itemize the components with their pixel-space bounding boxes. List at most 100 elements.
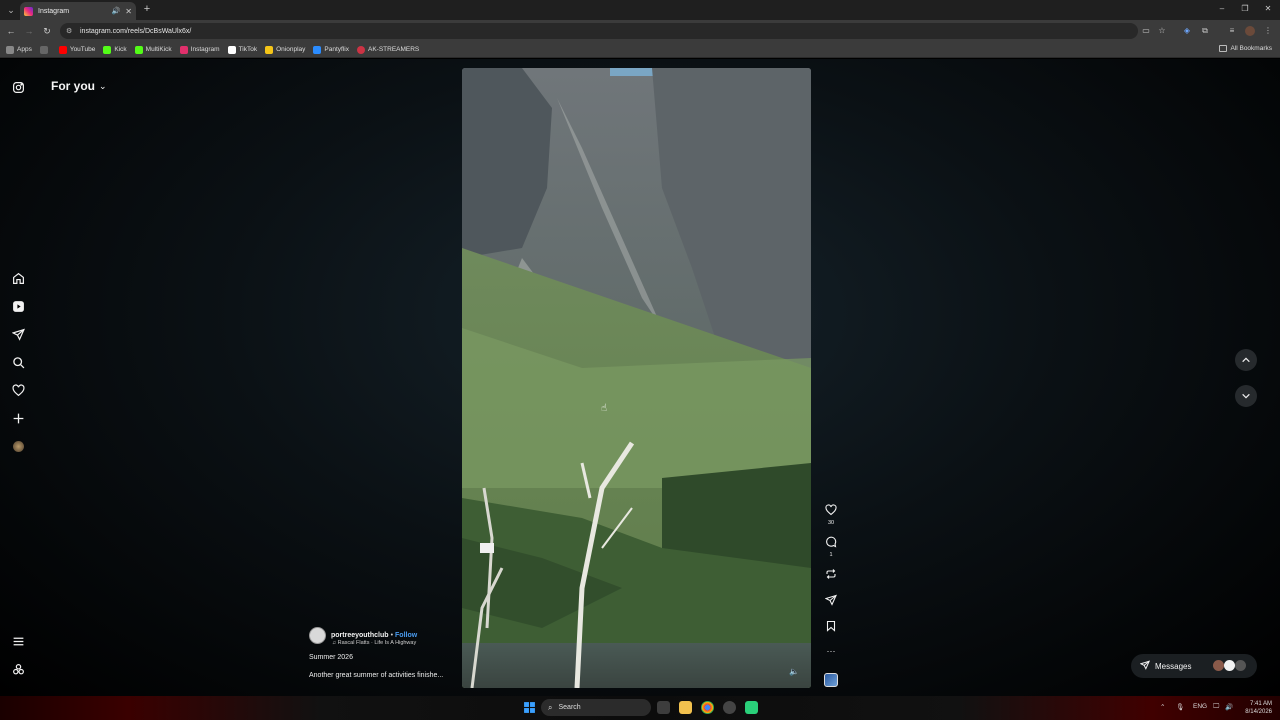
all-bookmarks[interactable]: All Bookmarks (1219, 45, 1272, 52)
message-avatar (1235, 660, 1246, 671)
tab-title: Instagram (38, 7, 70, 15)
bookmark-ak-streamers[interactable]: AK-STREAMERS (356, 45, 419, 54)
original-audio-thumbnail[interactable] (824, 673, 838, 687)
browser-tabstrip (0, 0, 1280, 20)
grid-icon (39, 45, 48, 54)
forward-icon[interactable]: → (23, 25, 35, 37)
follow-button[interactable]: Follow (395, 632, 417, 639)
like-button[interactable]: 30 (822, 504, 840, 526)
comment-button[interactable]: 1 (822, 536, 840, 558)
taskbar-search-label: Search (558, 704, 581, 711)
browser-menu-icon[interactable]: ⋮ (1262, 25, 1274, 37)
bookmark-star-icon[interactable]: ☆ (1156, 25, 1168, 37)
like-count: 30 (827, 520, 835, 526)
comment-count: 1 (829, 552, 833, 558)
language-indicator[interactable]: ENG (1193, 703, 1207, 710)
show-hidden-icons-icon[interactable]: ⌃ (1160, 703, 1165, 711)
messages-button[interactable]: Messages (1131, 654, 1257, 678)
separator-dot: • (390, 632, 394, 639)
task-view-icon[interactable] (657, 701, 670, 714)
bookmark-apps-grid[interactable] (39, 45, 51, 54)
author-name[interactable]: portreeyouthclub (331, 632, 389, 639)
reload-icon[interactable]: ↻ (41, 25, 53, 37)
tab-instagram[interactable]: Instagram 🔊 ✕ (20, 2, 136, 20)
taskbar-search[interactable]: ⌕ Search (541, 699, 651, 716)
search-icon[interactable] (10, 354, 26, 370)
instagram-icon (179, 45, 188, 54)
repost-button[interactable] (822, 568, 840, 583)
instagram-favicon-icon (24, 6, 33, 16)
app-icon[interactable] (723, 701, 736, 714)
home-icon[interactable] (10, 270, 26, 286)
bookmark-pantyflix[interactable]: Pantyflix (313, 45, 349, 54)
kick-icon (103, 45, 112, 54)
next-reel-button[interactable] (1235, 385, 1257, 407)
new-tab-button[interactable]: + (141, 3, 153, 15)
tab-search-icon[interactable]: ⌄ (4, 3, 18, 17)
cast-icon[interactable]: ▭ (1140, 25, 1152, 37)
multikick-icon (134, 45, 143, 54)
microphone-icon[interactable]: 🎙 (1176, 703, 1184, 711)
feed-selector[interactable]: For you ⌄ (51, 79, 107, 93)
extensions-puzzle-icon[interactable]: ⧉ (1199, 25, 1211, 37)
save-button[interactable] (822, 620, 840, 635)
music-track: Rascal Flatts · Life Is A Highway (337, 640, 417, 646)
previous-reel-button[interactable] (1235, 349, 1257, 371)
reels-icon[interactable] (10, 298, 26, 314)
url-text: instagram.com/reels/DcBsWaUlx6x/ (80, 27, 192, 35)
address-bar[interactable]: ⚙ instagram.com/reels/DcBsWaUlx6x/ (60, 23, 1138, 39)
bookmark-apps[interactable]: Apps (6, 45, 32, 54)
bookmark-multikick[interactable]: MultiKick (134, 45, 172, 54)
bookmark-instagram[interactable]: Instagram (179, 45, 220, 54)
music-info[interactable]: ♫ Rascal Flatts · Life Is A Highway (332, 640, 459, 646)
extension-icon[interactable]: ◈ (1181, 25, 1193, 37)
create-plus-icon[interactable] (10, 410, 26, 426)
maximize-icon[interactable]: ❐ (1238, 4, 1252, 13)
bookmark-tiktok[interactable]: TikTok (227, 45, 257, 54)
repost-icon (822, 568, 840, 583)
threads-apps-icon[interactable] (10, 661, 26, 677)
chrome-icon[interactable] (701, 701, 714, 714)
minimize-icon[interactable]: – (1215, 4, 1229, 13)
windows-start-icon[interactable] (523, 701, 536, 714)
feed-label: For you (51, 79, 95, 93)
chevron-down-icon: ⌄ (99, 80, 107, 91)
author-avatar[interactable] (309, 627, 326, 644)
ak-streamers-icon (356, 45, 365, 54)
notifications-heart-icon[interactable] (10, 382, 26, 398)
instagram-logo-icon[interactable] (10, 79, 26, 95)
youtube-icon (58, 45, 67, 54)
app-icon[interactable] (745, 701, 758, 714)
more-options-button[interactable]: ··· (822, 646, 840, 656)
pantyflix-icon (313, 45, 322, 54)
network-icon[interactable]: 🖵 (1213, 703, 1219, 711)
profile-avatar[interactable] (1245, 26, 1255, 36)
share-button[interactable] (822, 594, 840, 609)
tab-audio-icon[interactable]: 🔊 (112, 7, 121, 15)
tiktok-icon (227, 45, 236, 54)
site-info-icon[interactable]: ⚙ (66, 27, 74, 35)
reel-video[interactable] (462, 68, 811, 688)
tab-close-icon[interactable]: ✕ (125, 7, 132, 16)
bookmarks-bar: Apps YouTube Kick MultiKick Instagram Ti… (0, 42, 1280, 58)
comment-icon (822, 536, 840, 551)
file-explorer-icon[interactable] (679, 701, 692, 714)
reel-description[interactable]: Another great summer of activities finis… (309, 672, 443, 679)
direct-messages-icon[interactable] (10, 326, 26, 342)
message-avatar (1224, 660, 1235, 671)
heart-icon (822, 504, 840, 519)
system-clock[interactable]: 7:41 AM 8/14/2026 (1240, 700, 1272, 716)
more-menu-icon[interactable] (10, 633, 26, 649)
profile-avatar[interactable] (10, 438, 26, 454)
messenger-icon (1139, 660, 1151, 672)
close-window-icon[interactable]: ✕ (1261, 4, 1275, 13)
media-controls-icon[interactable]: ≡ (1226, 25, 1238, 37)
bookmark-kick[interactable]: Kick (103, 45, 127, 54)
bookmark-youtube[interactable]: YouTube (58, 45, 95, 54)
volume-tray-icon[interactable]: 🔊 (1225, 703, 1233, 711)
ellipsis-icon: ··· (826, 646, 836, 656)
back-icon[interactable]: ← (5, 25, 17, 37)
message-avatar (1213, 660, 1224, 671)
bookmark-onionplay[interactable]: Onionplay (265, 45, 305, 54)
volume-icon[interactable]: 🔈 (789, 667, 799, 676)
